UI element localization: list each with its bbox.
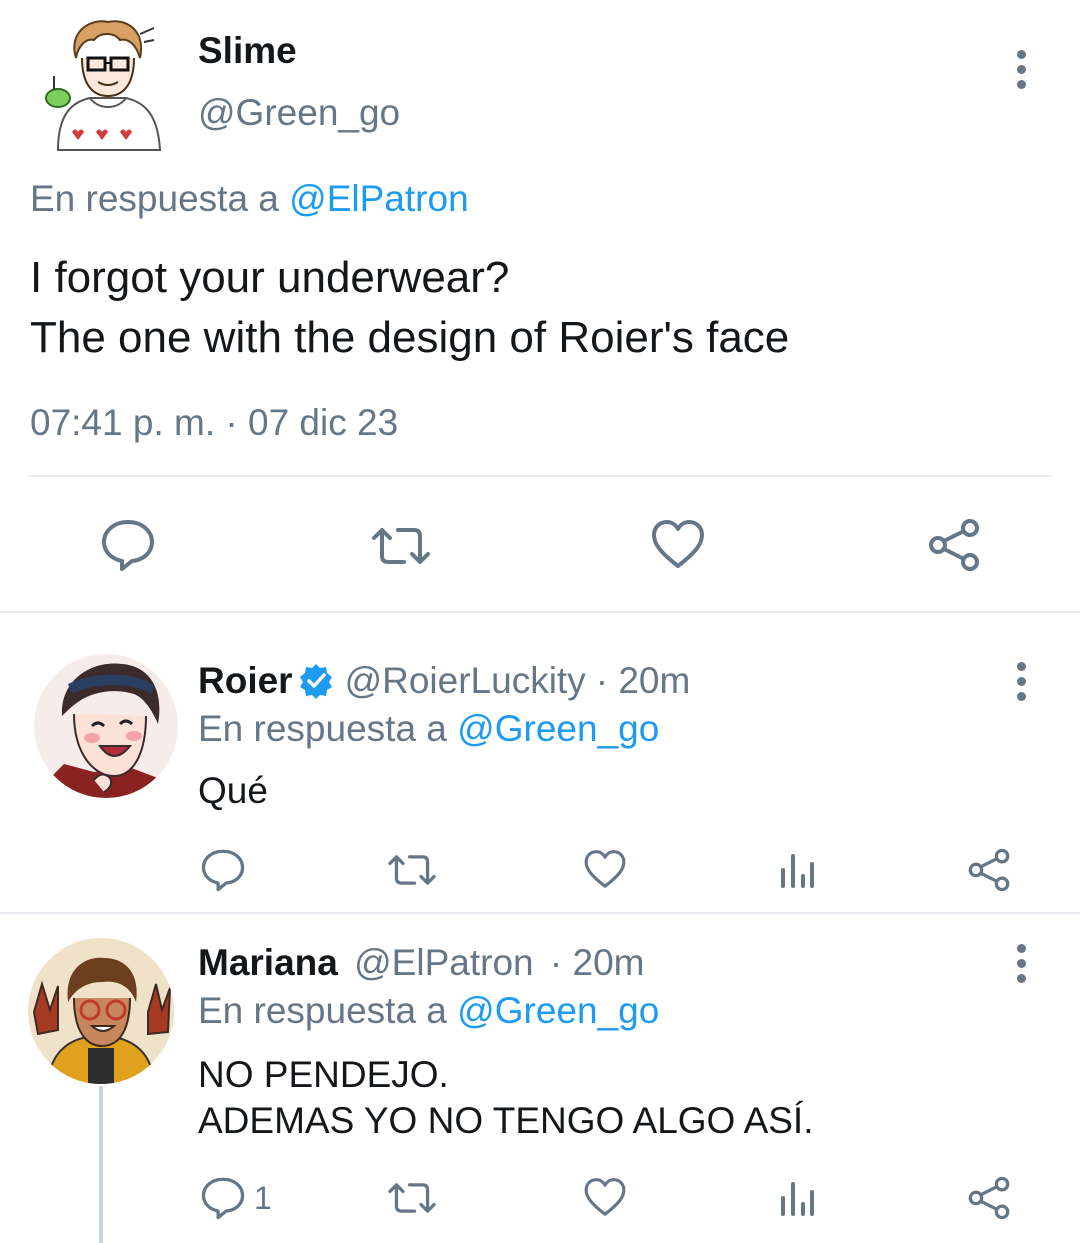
views-icon[interactable]	[778, 852, 816, 888]
tweet-text-line: NO PENDEJO.	[198, 1054, 449, 1095]
more-options-icon[interactable]	[1014, 944, 1028, 983]
tweet-text-line: The one with the design of Roier's face	[30, 313, 790, 362]
verified-badge-icon	[297, 662, 335, 700]
reply-time: · 20m	[549, 942, 645, 983]
tweet-text-line: I forgot your underwear?	[30, 253, 510, 302]
share-icon[interactable]	[926, 518, 982, 572]
reply-avatar[interactable]	[34, 654, 178, 798]
more-options-icon[interactable]	[1014, 662, 1028, 701]
main-tweet-display-name[interactable]: Slime	[198, 30, 297, 72]
retweet-icon[interactable]	[386, 852, 438, 888]
reply-prefix: En respuesta a	[198, 990, 458, 1031]
main-tweet-text: I forgot your underwear? The one with th…	[30, 248, 789, 368]
tweet-text-line: ADEMAS YO NO TENGO ALGO ASÍ.	[198, 1100, 814, 1141]
like-icon[interactable]	[583, 848, 627, 890]
reply-to-link[interactable]: @Green_go	[457, 990, 659, 1031]
reply-icon[interactable]	[200, 1176, 246, 1220]
divider	[28, 475, 1052, 477]
reply-time: · 20m	[595, 660, 691, 701]
reply-display-name[interactable]: Roier	[198, 660, 293, 702]
main-tweet-avatar[interactable]	[28, 14, 173, 154]
reply-context: En respuesta a @Green_go	[198, 990, 659, 1032]
reply-header: Roier @RoierLuckity · 20m	[198, 660, 690, 702]
main-tweet-handle[interactable]: @Green_go	[198, 92, 400, 134]
reply-prefix: En respuesta a	[198, 708, 458, 749]
reply-avatar[interactable]	[28, 938, 174, 1084]
retweet-icon[interactable]	[386, 1180, 438, 1216]
section-divider	[0, 912, 1080, 914]
reply-header: Mariana @ElPatron · 20m	[198, 942, 644, 984]
reply-display-name[interactable]: Mariana	[198, 942, 338, 983]
reply-count: 1	[254, 1179, 272, 1216]
main-tweet-timestamp: 07:41 p. m. · 07 dic 23	[30, 402, 399, 443]
thread-line	[99, 1086, 103, 1243]
reply-handle[interactable]: @ElPatron	[354, 942, 533, 983]
reply-text: NO PENDEJO. ADEMAS YO NO TENGO ALGO ASÍ.	[198, 1052, 814, 1144]
reply-to-link[interactable]: @ElPatron	[289, 178, 468, 219]
reply-context: En respuesta a @Green_go	[198, 708, 659, 750]
reply-icon[interactable]	[100, 518, 156, 572]
reply-icon[interactable]	[200, 848, 246, 892]
reply-to-link[interactable]: @Green_go	[457, 708, 659, 749]
more-options-icon[interactable]	[1014, 50, 1028, 89]
share-icon[interactable]	[966, 848, 1012, 892]
like-icon[interactable]	[583, 1176, 627, 1218]
reply-handle[interactable]: @RoierLuckity	[345, 660, 586, 702]
like-icon[interactable]	[650, 518, 706, 570]
reply-text: Qué	[198, 770, 268, 811]
retweet-icon[interactable]	[370, 524, 432, 568]
views-icon[interactable]	[778, 1180, 816, 1216]
reply-action[interactable]: 1	[200, 1176, 272, 1220]
section-divider	[0, 611, 1080, 613]
reply-prefix: En respuesta a	[30, 178, 290, 219]
main-tweet-reply-context: En respuesta a @ElPatron	[30, 178, 469, 220]
share-icon[interactable]	[966, 1176, 1012, 1220]
